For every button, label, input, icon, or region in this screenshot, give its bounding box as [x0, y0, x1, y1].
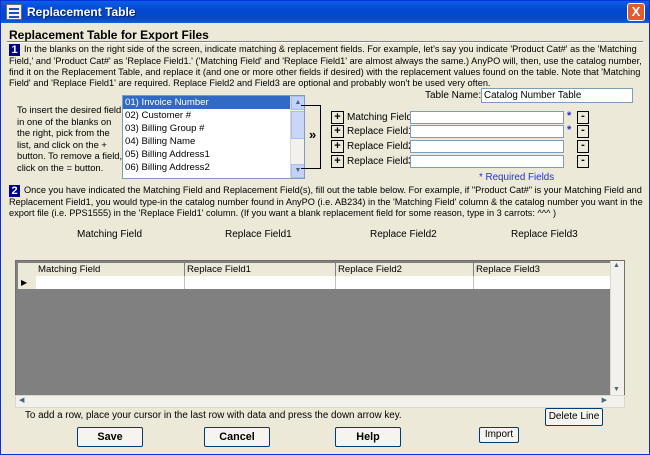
replacement-data-grid[interactable]: Matching Field Replace Field1 Replace Fi…: [15, 260, 625, 408]
step1-text: In the blanks on the right side of the s…: [9, 44, 642, 88]
add-replace-field3-button[interactable]: +: [331, 155, 344, 168]
matching-field-input[interactable]: [410, 111, 564, 124]
replace-field2-label: Replace Field2:: [347, 141, 417, 152]
field-picker-help: To insert the desired field in one of th…: [17, 104, 123, 173]
add-replace-field1-button[interactable]: +: [331, 125, 344, 138]
required-fields-note: * Required Fields: [479, 172, 555, 183]
import-button[interactable]: Import: [479, 427, 519, 443]
list-item[interactable]: 01) Invoice Number: [123, 96, 291, 109]
step1-badge: 1: [9, 44, 20, 56]
matching-field-row: + Matching Field: * -: [331, 110, 631, 124]
replace-field1-label: Replace Field1:: [347, 126, 417, 137]
window-title: Replacement Table: [27, 5, 136, 19]
grid-corner: [18, 263, 36, 276]
grid-header-matching[interactable]: Matching Field: [36, 263, 185, 276]
scroll-up-icon[interactable]: ▲: [613, 262, 620, 269]
grid-header-replace3[interactable]: Replace Field3: [474, 263, 612, 276]
scroll-right-icon[interactable]: ▶: [602, 396, 607, 404]
grid-vertical-scrollbar[interactable]: ▲ ▼: [610, 261, 624, 407]
required-marker: *: [567, 124, 572, 136]
replace-field1-row: + Replace Field1: * -: [331, 124, 631, 138]
replace-field1-input[interactable]: [410, 125, 564, 138]
remove-matching-field-button[interactable]: -: [577, 111, 589, 124]
table-icon: [6, 4, 22, 20]
chevron-right-icon: »: [309, 127, 317, 142]
remove-replace-field1-button[interactable]: -: [577, 125, 589, 138]
help-button[interactable]: Help: [335, 427, 401, 447]
replace-field3-row: + Replace Field3: -: [331, 155, 631, 168]
title-bar[interactable]: Replacement Table X: [1, 1, 649, 23]
replace-field2-input[interactable]: [410, 140, 564, 153]
remove-replace-field3-button[interactable]: -: [577, 155, 589, 168]
grid-cell-replace3[interactable]: [474, 276, 612, 289]
grid-header-replace2[interactable]: Replace Field2: [336, 263, 474, 276]
add-matching-field-button[interactable]: +: [331, 111, 344, 124]
replace-field3-label: Replace Field3:: [347, 156, 417, 167]
column-label-replace1: Replace Field1: [225, 229, 292, 240]
delete-line-button[interactable]: Delete Line: [545, 408, 603, 426]
list-item[interactable]: 04) Billing Name: [123, 135, 291, 148]
table-name-input[interactable]: Catalog Number Table: [481, 88, 633, 103]
current-row-indicator: ▶: [18, 276, 36, 289]
list-item[interactable]: 05) Billing Address1: [123, 148, 291, 161]
step1-instructions: 1 In the blanks on the right side of the …: [9, 44, 644, 89]
matching-field-label: Matching Field:: [347, 112, 415, 123]
replace-field3-input[interactable]: [410, 155, 564, 168]
grid-header-replace1[interactable]: Replace Field1: [185, 263, 336, 276]
scroll-down-icon[interactable]: ▼: [613, 386, 620, 393]
step2-badge: 2: [9, 185, 20, 197]
field-listbox[interactable]: 01) Invoice Number 02) Customer # 03) Bi…: [122, 95, 305, 179]
close-icon[interactable]: X: [627, 3, 645, 21]
required-marker: *: [567, 110, 572, 122]
cancel-button[interactable]: Cancel: [204, 427, 270, 447]
list-item[interactable]: 03) Billing Group #: [123, 122, 291, 135]
column-label-replace2: Replace Field2: [370, 229, 437, 240]
remove-replace-field2-button[interactable]: -: [577, 140, 589, 153]
grid-cell-matching[interactable]: [36, 276, 185, 289]
replace-field2-row: + Replace Field2: -: [331, 140, 631, 153]
save-button[interactable]: Save: [77, 427, 143, 447]
step2-instructions: 2 Once you have indicated the Matching Fi…: [9, 185, 644, 219]
table-name-label: Table Name:: [425, 90, 482, 101]
list-item[interactable]: 02) Customer #: [123, 109, 291, 122]
grid-cell-replace2[interactable]: [336, 276, 474, 289]
divider: [7, 41, 643, 43]
replacement-table-window: Replacement Table X Replacement Table fo…: [0, 0, 650, 455]
add-replace-field2-button[interactable]: +: [331, 140, 344, 153]
page-heading: Replacement Table for Export Files: [9, 28, 209, 42]
scroll-left-icon[interactable]: ◀: [19, 396, 24, 404]
step2-text: Once you have indicated the Matching Fie…: [9, 185, 643, 218]
column-label-replace3: Replace Field3: [511, 229, 578, 240]
column-label-matching: Matching Field: [77, 229, 143, 240]
grid-cell-replace1[interactable]: [185, 276, 336, 289]
list-item[interactable]: 06) Billing Address2: [123, 161, 291, 174]
add-row-help: To add a row, place your cursor in the l…: [25, 410, 402, 421]
grid-horizontal-scrollbar[interactable]: ◀ ▶: [15, 395, 625, 408]
